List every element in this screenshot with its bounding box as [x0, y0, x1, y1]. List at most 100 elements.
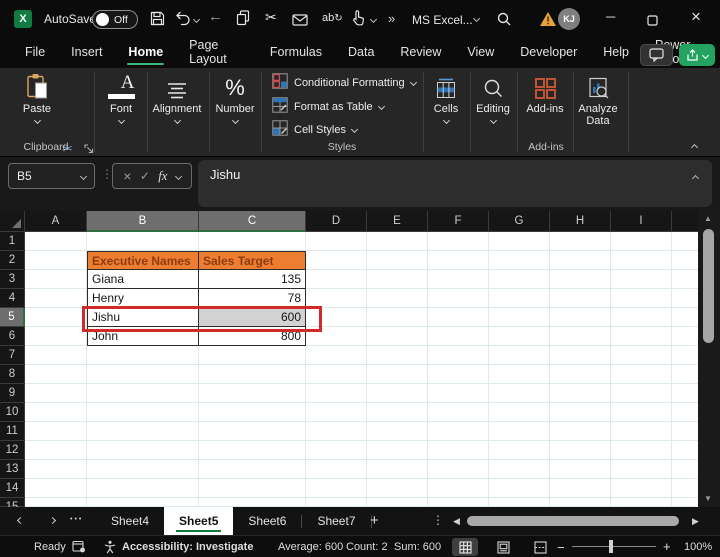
cell-D10[interactable] — [306, 403, 367, 422]
cell-C10[interactable] — [199, 403, 306, 422]
cell-B10[interactable] — [87, 403, 199, 422]
cell-E5[interactable] — [367, 308, 428, 327]
row-header-15[interactable]: 15 — [0, 498, 25, 507]
search-icon[interactable] — [496, 11, 512, 32]
row-header-8[interactable]: 8 — [0, 365, 25, 384]
cell-E13[interactable] — [367, 460, 428, 479]
cell-partial-5[interactable] — [672, 308, 698, 327]
column-header-I[interactable]: I — [611, 211, 672, 232]
maximize-button[interactable] — [647, 13, 658, 31]
editing-group-button[interactable]: Editing — [468, 72, 518, 123]
row-header-9[interactable]: 9 — [0, 384, 25, 403]
sheet-tab-sheet7[interactable]: Sheet7 — [302, 507, 370, 535]
warning-notification-icon[interactable] — [539, 11, 557, 32]
cell-A5[interactable] — [25, 308, 87, 327]
title-dropdown-chevron-icon[interactable] — [473, 15, 480, 22]
touch-mouse-mode-icon[interactable] — [352, 10, 365, 31]
row-header-2[interactable]: 2 — [0, 251, 25, 270]
cell-F13[interactable] — [428, 460, 489, 479]
cell-H3[interactable] — [550, 270, 611, 289]
select-all-corner[interactable] — [0, 211, 25, 232]
cell-E1[interactable] — [367, 232, 428, 251]
enter-button[interactable]: ✓ — [140, 169, 150, 183]
cell-C9[interactable] — [199, 384, 306, 403]
cell-G4[interactable] — [489, 289, 550, 308]
cell-D6[interactable] — [306, 327, 367, 346]
autosave-toggle[interactable]: Off — [92, 10, 138, 29]
tab-formulas[interactable]: Formulas — [257, 39, 335, 67]
cell-F5[interactable] — [428, 308, 489, 327]
cell-I5[interactable] — [611, 308, 672, 327]
cell-F8[interactable] — [428, 365, 489, 384]
fx-chevron-icon[interactable] — [175, 172, 182, 179]
tab-home[interactable]: Home — [115, 39, 176, 67]
cell-C8[interactable] — [199, 365, 306, 384]
cell-B2[interactable]: Executive Names — [87, 251, 199, 270]
undo-icon[interactable] — [175, 11, 191, 31]
cell-F2[interactable] — [428, 251, 489, 270]
zoom-slider-track[interactable] — [572, 546, 656, 547]
more-sheets-icon[interactable]: ••• — [70, 516, 83, 523]
name-box[interactable]: B5 — [8, 163, 95, 189]
email-icon[interactable] — [292, 13, 309, 31]
scroll-up-icon[interactable]: ▲ — [704, 214, 712, 223]
tab-developer[interactable]: Developer — [507, 39, 590, 67]
cell-A7[interactable] — [25, 346, 87, 365]
horizontal-scrollbar-thumb[interactable] — [467, 516, 679, 526]
cell-H14[interactable] — [550, 479, 611, 498]
cell-F6[interactable] — [428, 327, 489, 346]
hscroll-left-icon[interactable]: ◀ — [453, 516, 460, 527]
cell-G1[interactable] — [489, 232, 550, 251]
tab-review[interactable]: Review — [387, 39, 454, 67]
cell-I2[interactable] — [611, 251, 672, 270]
tab-insert[interactable]: Insert — [58, 39, 115, 67]
cell-E11[interactable] — [367, 422, 428, 441]
cell-I9[interactable] — [611, 384, 672, 403]
cell-D15[interactable] — [306, 498, 367, 507]
cell-partial-13[interactable] — [672, 460, 698, 479]
copy-icon[interactable] — [236, 10, 250, 31]
cell-D9[interactable] — [306, 384, 367, 403]
cell-E2[interactable] — [367, 251, 428, 270]
row-header-14[interactable]: 14 — [0, 479, 25, 498]
cell-G5[interactable] — [489, 308, 550, 327]
cell-I8[interactable] — [611, 365, 672, 384]
column-header-partial[interactable] — [672, 211, 698, 232]
cell-A11[interactable] — [25, 422, 87, 441]
cell-C4[interactable]: 78 — [199, 289, 306, 308]
cell-E7[interactable] — [367, 346, 428, 365]
cell-I1[interactable] — [611, 232, 672, 251]
cell-B6[interactable]: John — [87, 327, 199, 346]
zoom-level-label[interactable]: 100% — [684, 541, 712, 553]
cell-G14[interactable] — [489, 479, 550, 498]
cell-A2[interactable] — [25, 251, 87, 270]
formula-input[interactable]: Jishu — [198, 160, 712, 207]
cell-A10[interactable] — [25, 403, 87, 422]
column-header-A[interactable]: A — [25, 211, 87, 232]
cell-C12[interactable] — [199, 441, 306, 460]
normal-view-button[interactable] — [452, 538, 478, 556]
paste-button[interactable]: Paste — [16, 72, 58, 123]
cell-partial-8[interactable] — [672, 365, 698, 384]
cell-A13[interactable] — [25, 460, 87, 479]
format-as-table-button[interactable]: Format as Table — [272, 98, 384, 115]
cell-H1[interactable] — [550, 232, 611, 251]
cell-partial-9[interactable] — [672, 384, 698, 403]
cell-A6[interactable] — [25, 327, 87, 346]
addins-button[interactable]: Add-ins — [521, 72, 569, 115]
cell-A14[interactable] — [25, 479, 87, 498]
cell-D11[interactable] — [306, 422, 367, 441]
cell-B5[interactable]: Jishu — [87, 308, 199, 327]
cell-E14[interactable] — [367, 479, 428, 498]
number-group-button[interactable]: % Number — [211, 72, 259, 123]
cell-B11[interactable] — [87, 422, 199, 441]
zoom-out-button[interactable]: − — [557, 540, 565, 555]
cut-icon[interactable]: ✂ — [265, 9, 277, 26]
cell-A4[interactable] — [25, 289, 87, 308]
cell-H7[interactable] — [550, 346, 611, 365]
row-header-13[interactable]: 13 — [0, 460, 25, 479]
cell-C2[interactable]: Sales Target — [199, 251, 306, 270]
cell-partial-12[interactable] — [672, 441, 698, 460]
cell-A3[interactable] — [25, 270, 87, 289]
cell-D7[interactable] — [306, 346, 367, 365]
